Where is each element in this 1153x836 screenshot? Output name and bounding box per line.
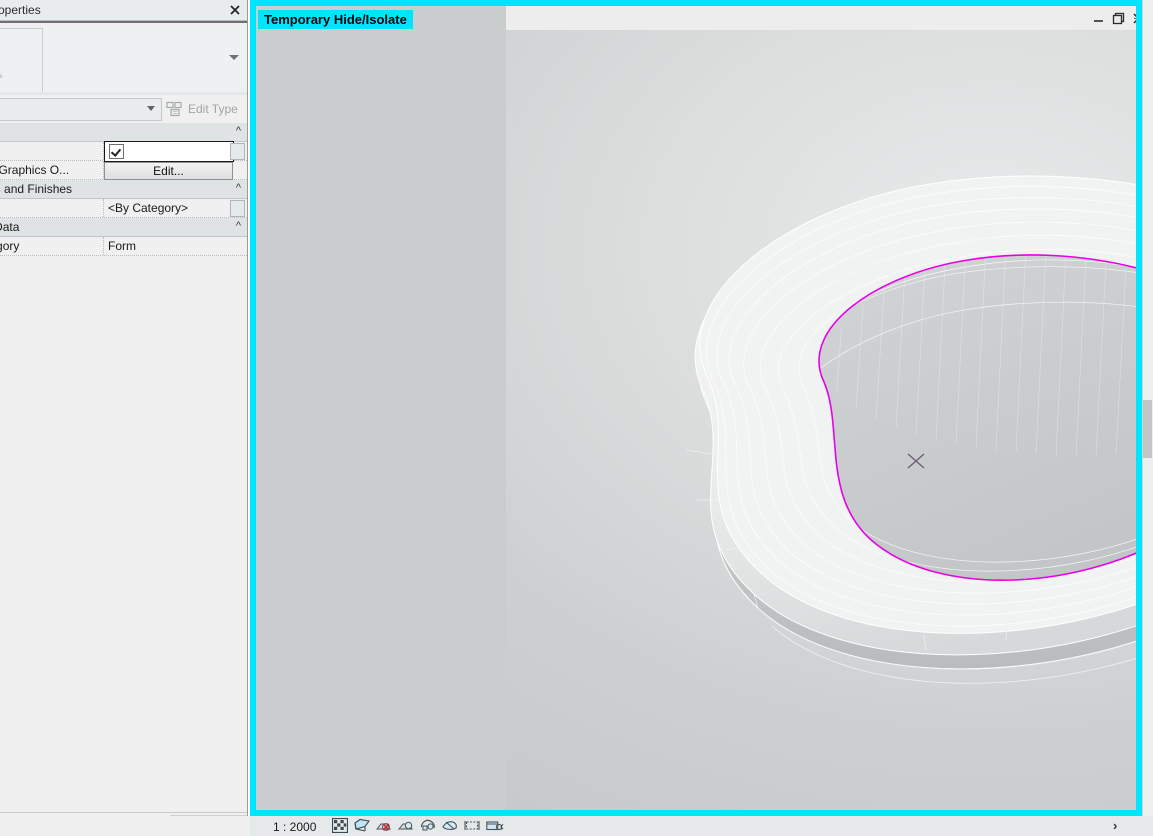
properties-palette-titlebar: Properties — [0, 0, 247, 21]
properties-grid: Graphics ^ Visible Visibility/Graphics O… — [0, 123, 247, 256]
view-window: W S E TOP FRONT RIGHT — [250, 0, 1153, 836]
rendering-dialog-icon[interactable] — [420, 818, 436, 833]
vertical-scrollbar-thumb[interactable] — [1143, 400, 1152, 458]
edit-button-label: Edit... — [153, 164, 184, 178]
crop-view-icon[interactable] — [442, 818, 458, 833]
browse-button[interactable] — [230, 143, 245, 160]
properties-palette: Properties R Form Edit Type — [0, 0, 248, 836]
view-border-top — [250, 0, 1142, 6]
chevron-up-icon[interactable]: ^ — [236, 221, 241, 232]
property-name: Subcategory — [0, 239, 20, 253]
titlebar-divider — [0, 21, 247, 23]
shadows-off-icon[interactable] — [397, 818, 414, 833]
temporary-hide-isolate-label: Temporary Hide/Isolate — [264, 12, 407, 27]
property-row-subcategory[interactable]: Subcategory Form — [0, 237, 247, 256]
restore-button[interactable] — [1112, 12, 1125, 25]
view-scale-label[interactable]: 1 : 2000 — [273, 820, 316, 834]
edit-type-label: Edit Type — [188, 102, 238, 116]
property-name: Identity Data — [0, 220, 20, 234]
property-row-material[interactable]: Material <By Category> — [0, 199, 247, 218]
palette-bottom-filler — [0, 816, 250, 836]
property-value: Form — [108, 239, 136, 253]
visible-checkbox[interactable] — [109, 144, 124, 159]
chevron-up-icon[interactable]: ^ — [236, 126, 241, 137]
type-selector-dropdown[interactable]: Form — [0, 98, 162, 121]
view-window-titlebar — [506, 6, 1153, 30]
view-control-icons — [331, 817, 503, 834]
property-row-visible[interactable]: Visible — [0, 141, 247, 162]
column-divider — [103, 237, 105, 255]
inner-floor — [818, 254, 1153, 581]
3d-view-canvas[interactable]: W S E TOP FRONT RIGHT — [506, 30, 1153, 810]
property-value: <By Category> — [108, 201, 189, 215]
close-icon[interactable] — [227, 2, 243, 18]
property-section-graphics[interactable]: Graphics ^ — [0, 123, 247, 142]
column-divider — [103, 199, 105, 217]
property-section-materials-and-finishes[interactable]: Materials and Finishes ^ — [0, 180, 247, 199]
sun-path-off-icon[interactable] — [375, 818, 392, 833]
chevron-down-icon[interactable] — [229, 55, 239, 60]
view-control-bar: 1 : 2000 ‹ — [250, 816, 1153, 836]
minimize-button[interactable] — [1092, 12, 1105, 25]
properties-palette-title: Properties — [0, 3, 41, 17]
scroll-right-arrow[interactable]: › — [1113, 818, 1117, 833]
view-controls-overflow[interactable]: ‹ — [500, 819, 504, 833]
visual-style-icon[interactable] — [354, 818, 370, 833]
property-name: Visibility/Graphics O... — [0, 163, 70, 177]
property-name: Materials and Finishes — [0, 182, 73, 196]
detail-level-icon[interactable] — [331, 817, 349, 834]
chevron-down-icon — [147, 106, 155, 111]
view-border-left — [250, 0, 256, 836]
chevron-up-icon[interactable]: ^ — [236, 183, 241, 194]
property-value-editor[interactable] — [104, 141, 234, 162]
crop-region-visible-icon[interactable] — [464, 818, 480, 833]
browse-button[interactable] — [230, 200, 245, 217]
property-section-identity-data[interactable]: Identity Data ^ — [0, 218, 247, 237]
preview-shadow — [0, 92, 247, 95]
type-preview-thumbnail: R — [0, 28, 43, 94]
type-preview-strip — [41, 28, 247, 92]
3d-model-graphic — [685, 175, 1153, 684]
edit-button[interactable]: Edit... — [104, 162, 233, 180]
type-selector-row: Form Edit Type — [0, 98, 247, 121]
edit-type-icon — [166, 101, 184, 120]
property-row-visibility-graphics-overrides[interactable]: Visibility/Graphics O... Edit... — [0, 161, 247, 180]
temporary-hide-isolate-banner: Temporary Hide/Isolate — [258, 10, 413, 29]
